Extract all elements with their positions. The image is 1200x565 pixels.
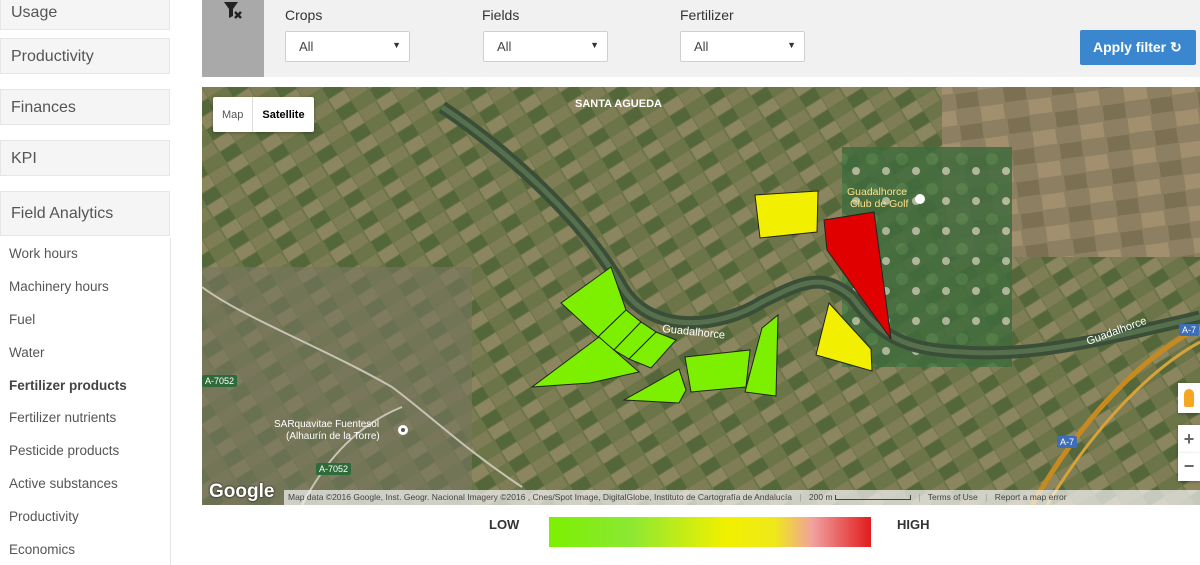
- sidebar-item-kpi[interactable]: KPI: [0, 140, 170, 176]
- attribution-text: Map data ©2016 Google, Inst. Geogr. Naci…: [288, 492, 792, 502]
- map-type-map-button[interactable]: Map: [213, 97, 252, 132]
- fertilizer-select-value: All: [694, 39, 709, 54]
- google-logo: Google: [209, 481, 275, 502]
- label-golf-club-2: Club de Golf: [850, 198, 908, 210]
- subitem-fuel[interactable]: Fuel: [9, 312, 35, 327]
- zoom-out-button[interactable]: −: [1178, 453, 1200, 481]
- satellite-map[interactable]: SANTA AGUEDA Guadalhorce Guadalhorce Gua…: [202, 87, 1200, 505]
- subitem-economics[interactable]: Economics: [9, 542, 75, 557]
- sidebar-item-productivity[interactable]: Productivity: [0, 38, 170, 74]
- chevron-down-icon: ▼: [787, 40, 796, 50]
- fertilizer-select[interactable]: All ▼: [680, 31, 805, 62]
- map-imagery: SANTA AGUEDA Guadalhorce Guadalhorce Gua…: [202, 87, 1200, 505]
- sidebar-item-field-analytics[interactable]: Field Analytics: [0, 191, 170, 236]
- pegman-icon: [1184, 389, 1194, 407]
- filter-clear-icon: [224, 2, 242, 19]
- plus-icon: +: [1183, 429, 1195, 449]
- crops-label: Crops: [285, 7, 323, 23]
- scale-bar: [834, 495, 911, 501]
- subitem-active-substances[interactable]: Active substances: [9, 476, 118, 491]
- fertilizer-label: Fertilizer: [680, 7, 734, 23]
- golf-marker-icon: [915, 194, 925, 204]
- label-santa-agueda: SANTA AGUEDA: [575, 98, 662, 110]
- zoom-in-button[interactable]: +: [1178, 425, 1200, 453]
- legend-gradient: [549, 517, 871, 547]
- refresh-icon: ↻: [1170, 39, 1182, 55]
- filter-clear-button[interactable]: [202, 0, 264, 77]
- subitem-work-hours[interactable]: Work hours: [9, 246, 78, 261]
- label-alhaurin: (Alhaurín de la Torre): [286, 431, 380, 442]
- crops-select-value: All: [299, 39, 314, 54]
- subitem-machinery-hours[interactable]: Machinery hours: [9, 279, 109, 294]
- label-golf-club: Guadalhorce: [847, 186, 907, 198]
- apply-filter-label: Apply filter: [1093, 39, 1167, 55]
- sidebar-item-usage[interactable]: Usage: [0, 0, 170, 30]
- fields-label: Fields: [482, 7, 520, 23]
- map-type-control: Map Satellite: [213, 97, 314, 132]
- subitem-water[interactable]: Water: [9, 345, 45, 360]
- crops-select[interactable]: All ▼: [285, 31, 410, 62]
- fields-select[interactable]: All ▼: [483, 31, 608, 62]
- label-sarquavitae: SARquavitae Fuentesol: [274, 419, 379, 430]
- sidebar-divider: [170, 238, 171, 565]
- road-badge-a7: A-7: [1057, 436, 1078, 448]
- map-attribution: Map data ©2016 Google, Inst. Geogr. Naci…: [284, 490, 1200, 505]
- subitem-pesticide-products[interactable]: Pesticide products: [9, 443, 119, 458]
- road-badge-a7-east: A-7: [1179, 324, 1200, 336]
- legend-low-label: LOW: [489, 517, 520, 532]
- scale-label: 200 m: [808, 492, 833, 502]
- legend-high-label: HIGH: [897, 517, 930, 532]
- minus-icon: −: [1183, 456, 1195, 476]
- road-badge-a7052-south: A-7052: [316, 463, 352, 475]
- subitem-fertilizer-products[interactable]: Fertilizer products: [9, 378, 127, 393]
- report-link[interactable]: Report a map error: [995, 492, 1067, 502]
- sidebar: Usage Productivity Finances KPI Field An…: [0, 0, 172, 565]
- subitem-productivity[interactable]: Productivity: [9, 509, 79, 524]
- chevron-down-icon: ▼: [590, 40, 599, 50]
- map-type-satellite-button[interactable]: Satellite: [252, 97, 313, 132]
- terms-link[interactable]: Terms of Use: [928, 492, 978, 502]
- road-badge-a7052: A-7052: [202, 375, 238, 387]
- apply-filter-button[interactable]: Apply filter ↻: [1080, 30, 1196, 65]
- pegman-button[interactable]: [1178, 383, 1200, 413]
- subitem-fertilizer-nutrients[interactable]: Fertilizer nutrients: [9, 410, 116, 425]
- chevron-down-icon: ▼: [392, 40, 401, 50]
- sidebar-item-finances[interactable]: Finances: [0, 89, 170, 125]
- fields-select-value: All: [497, 39, 512, 54]
